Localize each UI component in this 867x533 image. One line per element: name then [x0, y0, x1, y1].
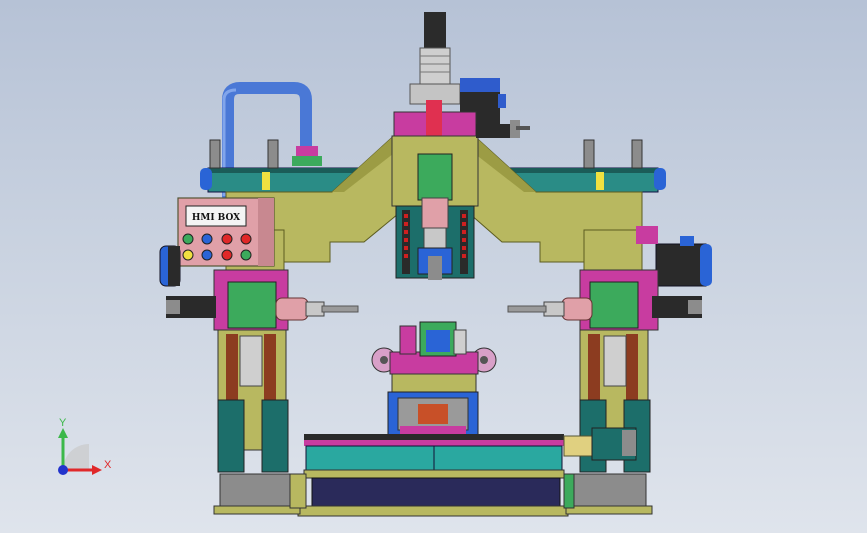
x-axis-label: X — [104, 459, 112, 471]
spindle-head — [391, 100, 479, 280]
table-drive — [563, 427, 637, 461]
y-axis-label: Y — [59, 417, 67, 429]
hmi-box[interactable]: HMI BOX — [177, 197, 275, 267]
work-table — [297, 434, 569, 517]
axis-triad: Y X — [58, 417, 112, 475]
left-side-motor — [159, 245, 181, 287]
cad-viewport[interactable]: HMI BOX Y X — [0, 0, 867, 533]
hmi-box-label: HMI BOX — [192, 213, 240, 223]
machine-model[interactable]: HMI BOX Y X — [0, 0, 867, 533]
top-spindle-motor — [409, 12, 506, 126]
center-fixture — [371, 321, 497, 439]
